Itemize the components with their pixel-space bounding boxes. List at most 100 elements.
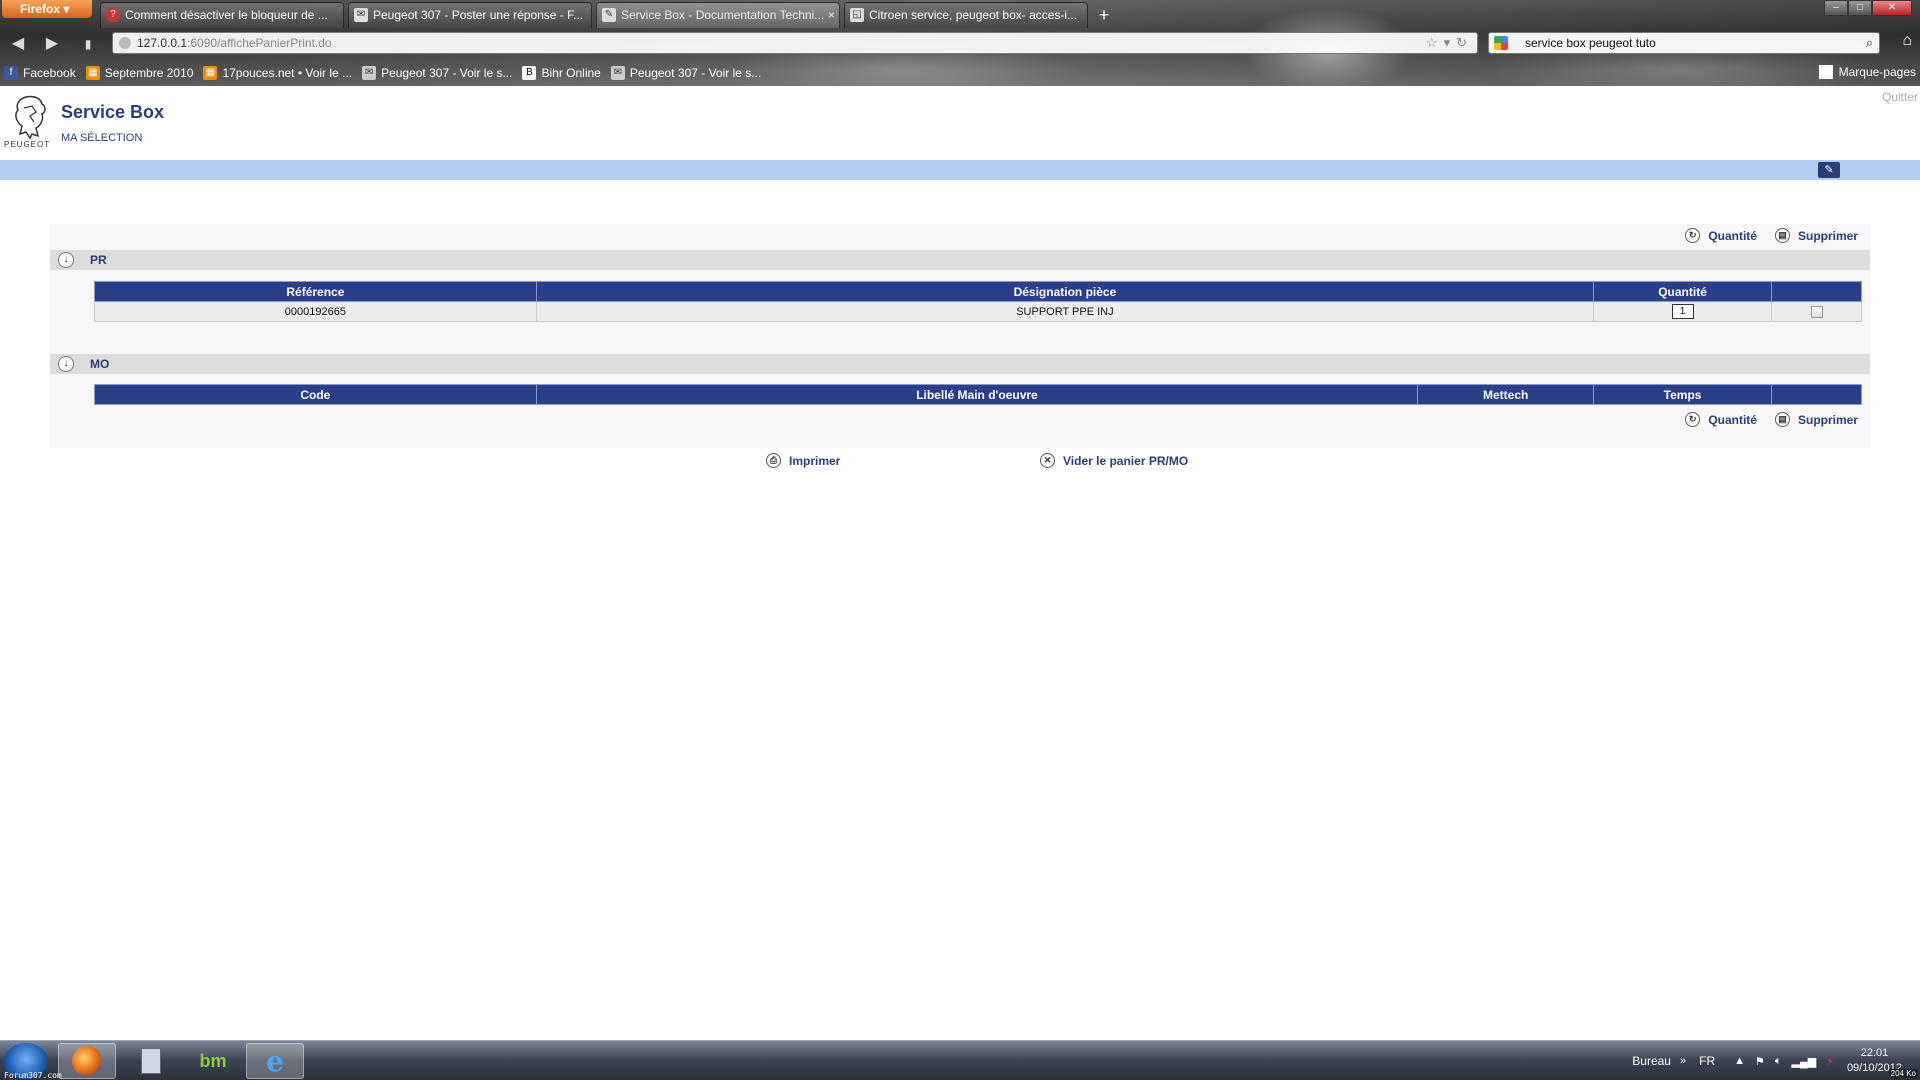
- forward-arrow-icon[interactable]: ▶: [40, 34, 64, 54]
- column-header-designation: Désignation pièce: [535, 281, 1595, 302]
- tab-bloqueur[interactable]: ? Comment désactiver le bloqueur de ...: [100, 2, 344, 28]
- taskbar-bm[interactable]: bm: [184, 1043, 242, 1079]
- cell-select: [1771, 301, 1862, 322]
- help-icon: ?: [106, 8, 120, 22]
- bookmark-17pouces[interactable]: ▦ 17pouces.net • Voir le ...: [203, 66, 352, 80]
- column-header-temps: Temps: [1593, 384, 1773, 405]
- pr-section-header[interactable]: ↓ PR: [50, 250, 1870, 270]
- row-checkbox[interactable]: [1810, 305, 1823, 318]
- bookmark-peugeot-307-b[interactable]: ✉ Peugeot 307 - Voir le s...: [610, 66, 761, 80]
- bookmarks-menu-label: Marque-pages: [1838, 65, 1916, 79]
- bookmarks-toolbar: f Facebook ▦ Septembre 2010 ▦ 17pouces.net …: [0, 62, 1920, 84]
- quit-link[interactable]: Quitter: [1882, 90, 1918, 104]
- cell-quantity: 1: [1593, 301, 1773, 322]
- cell-reference: 0000192665: [94, 301, 537, 322]
- quantity-input[interactable]: 1: [1671, 304, 1694, 319]
- trash-icon: ▤: [1774, 228, 1790, 243]
- minimize-icon[interactable]: –: [1824, 0, 1848, 16]
- home-icon[interactable]: ⌂: [1902, 32, 1912, 50]
- quantity-action-label: Quantité: [1708, 412, 1757, 427]
- tab-label: Service Box - Documentation Techni...: [621, 8, 825, 22]
- citroen-favicon-icon: ◱: [850, 8, 864, 22]
- pr-section-title: PR: [90, 253, 107, 267]
- browser-chrome: Firefox ▾ ? Comment désactiver le bloque…: [0, 0, 1920, 86]
- close-tab-icon[interactable]: ×: [828, 3, 835, 27]
- pr-table: Référence Désignation pièce Quantité 000…: [94, 281, 1862, 322]
- firefox-icon: [72, 1046, 102, 1076]
- back-arrow-icon[interactable]: ◀: [6, 34, 30, 54]
- bihr-icon: B: [522, 66, 537, 80]
- rss-icon: ▦: [85, 66, 100, 80]
- tab-peugeot-307[interactable]: ✉ Peugeot 307 - Poster une réponse - F..…: [348, 2, 592, 28]
- chevron-up-icon[interactable]: ▲: [1734, 1055, 1745, 1067]
- tab-strip: ? Comment désactiver le bloqueur de ... …: [100, 2, 1116, 28]
- print-label: Imprimer: [789, 453, 841, 468]
- power-icon[interactable]: ⚡︎: [1826, 1055, 1834, 1068]
- site-identity-icon: [119, 37, 131, 49]
- flag-icon[interactable]: ⚑: [1755, 1055, 1765, 1068]
- delete-button[interactable]: ▤ Supprimer: [1774, 228, 1858, 243]
- bookmark-label: Peugeot 307 - Voir le s...: [381, 66, 513, 80]
- volume-icon[interactable]: 🔈︎: [1775, 1055, 1782, 1068]
- bookmarks-menu-button[interactable]: Marque-pages: [1818, 65, 1916, 79]
- column-header-reference: Référence: [94, 281, 537, 302]
- url-host: 127.0.0.1: [137, 36, 188, 50]
- bookmark-bihr-online[interactable]: B Bihr Online: [522, 66, 601, 80]
- rss-icon: ▦: [203, 66, 218, 80]
- chevron-right-icon[interactable]: »: [1680, 1055, 1686, 1067]
- tab-citroen-service[interactable]: ◱ Citroen service, peugeot box- acces-i.…: [844, 2, 1088, 28]
- bookmark-star-icon[interactable]: ☆▾↻: [1426, 33, 1473, 53]
- google-engine-icon[interactable]: [1494, 36, 1508, 50]
- bottom-actions: ↻ Quantité ▤ Supprimer: [1667, 412, 1858, 427]
- bookmark-label: Septembre 2010: [104, 66, 194, 80]
- delete-button[interactable]: ▤ Supprimer: [1774, 412, 1858, 427]
- header-bar: ✎: [0, 160, 1920, 180]
- arrow-down-icon[interactable]: ↓: [58, 252, 74, 268]
- mo-section-title: MO: [90, 357, 110, 371]
- search-icon[interactable]: ⌕: [1866, 33, 1873, 53]
- column-header-libelle: Libellé Main d'oeuvre: [535, 384, 1419, 405]
- trash-icon: ▤: [1774, 412, 1790, 427]
- search-input[interactable]: service box peugeot tuto ⌕: [1488, 32, 1880, 54]
- cell-designation: SUPPORT PPE INJ: [535, 301, 1595, 322]
- print-link[interactable]: ⎙ Imprimer: [766, 453, 840, 468]
- taskbar-firefox[interactable]: [58, 1043, 116, 1079]
- window-controls: – □ ✕: [1824, 0, 1912, 16]
- peugeot-logo: PEUGEOT: [4, 94, 54, 149]
- quantity-refresh-button[interactable]: ↻ Quantité: [1685, 412, 1757, 427]
- close-icon: ✕: [1040, 453, 1055, 468]
- tab-service-box[interactable]: ✎ Service Box - Documentation Techni... …: [596, 2, 840, 28]
- quantity-refresh-button[interactable]: ↻ Quantité: [1685, 228, 1757, 243]
- network-icon[interactable]: ▂▄▆: [1791, 1055, 1816, 1068]
- page-title: Service Box: [61, 102, 165, 122]
- top-actions: ↻ Quantité ▤ Supprimer: [1667, 228, 1858, 243]
- desktop-toolbar[interactable]: Bureau: [1632, 1054, 1671, 1068]
- search-value: service box peugeot tuto: [1525, 36, 1656, 50]
- bookmark-septembre-2010[interactable]: ▦ Septembre 2010: [85, 66, 194, 80]
- servicebox-link-icon[interactable]: ✎: [1818, 162, 1840, 178]
- firefox-menu-button[interactable]: Firefox ▾: [2, 0, 92, 18]
- facebook-icon: f: [4, 66, 18, 80]
- close-window-icon[interactable]: ✕: [1872, 0, 1912, 16]
- bookmarks-icon: [1818, 65, 1833, 79]
- forum-favicon-icon: ✉: [610, 66, 625, 80]
- column-header-select: [1771, 384, 1862, 405]
- taskbar-internet-explorer[interactable]: e: [246, 1043, 304, 1079]
- forum-favicon-icon: ✉: [362, 66, 377, 80]
- bookmark-facebook[interactable]: f Facebook: [4, 66, 76, 80]
- delete-action-label: Supprimer: [1797, 412, 1858, 427]
- arrow-down-icon[interactable]: ↓: [58, 356, 74, 372]
- column-header-mettech: Mettech: [1417, 384, 1595, 405]
- language-indicator[interactable]: FR: [1699, 1054, 1715, 1068]
- taskbar-calculator[interactable]: [122, 1043, 180, 1079]
- new-tab-button[interactable]: +: [1092, 4, 1116, 28]
- mo-section-header[interactable]: ↓ MO: [50, 354, 1870, 374]
- logo-wordmark: PEUGEOT: [4, 140, 51, 149]
- url-bar[interactable]: 127.0.0.1:6090/affichePanierPrint.do ☆▾↻: [112, 32, 1478, 54]
- column-header-select: [1771, 281, 1862, 302]
- maximize-icon[interactable]: □: [1848, 0, 1872, 16]
- empty-cart-link[interactable]: ✕ Vider le panier PR/MO: [1040, 453, 1188, 468]
- bookmark-peugeot-307-a[interactable]: ✉ Peugeot 307 - Voir le s...: [362, 66, 512, 80]
- quantity-action-label: Quantité: [1708, 228, 1757, 243]
- bookmark-label: Facebook: [23, 66, 76, 80]
